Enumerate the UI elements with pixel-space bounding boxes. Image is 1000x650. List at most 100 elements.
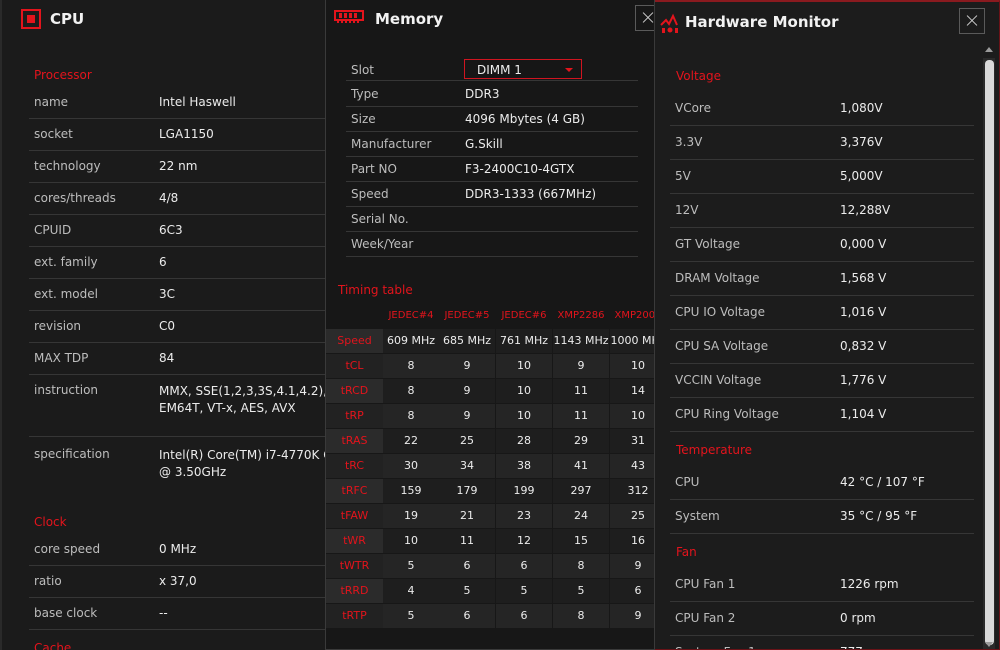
cache-section-label: Cache: [34, 641, 72, 650]
row-label: Manufacturer: [351, 137, 432, 151]
memory-close-button[interactable]: [635, 5, 654, 31]
timing-cell: 6: [496, 604, 552, 628]
row-label: CPU Ring Voltage: [675, 407, 779, 421]
timing-cell: 8: [383, 404, 439, 428]
cpu-titlebar[interactable]: CPU: [2, 0, 330, 40]
timing-cell: 609 MHz: [383, 329, 439, 353]
timing-cell: 34: [439, 454, 495, 478]
processor-row: name Intel Haswell: [29, 87, 330, 119]
processor-row: revision C0: [29, 311, 330, 343]
fan-row: CPU Fan 2 0 rpm: [670, 602, 974, 636]
row-value: 42 °C / 107 °F: [840, 475, 925, 489]
timing-cell: 12: [496, 529, 552, 553]
row-value: x 37,0: [159, 574, 197, 588]
temperature-row: CPU 42 °C / 107 °F: [670, 466, 974, 500]
row-label: MAX TDP: [34, 351, 89, 365]
timing-cell: 297: [553, 479, 609, 503]
row-value: 1,104 V: [840, 407, 887, 421]
cpu-chip-icon: [21, 9, 41, 29]
timing-cell: 8: [553, 554, 609, 578]
cpu-window-title: CPU: [50, 10, 85, 28]
hardware-monitor-window: Hardware Monitor Voltage VCore 1,080V 3.3V…: [651, 0, 1000, 650]
row-value: G.Skill: [465, 137, 503, 151]
timing-cell: 1000 MHz: [610, 329, 654, 353]
timing-cell: 5: [439, 579, 495, 603]
timing-row-label: tFAW: [326, 504, 383, 528]
row-label: GT Voltage: [675, 237, 741, 251]
timing-cell: 9: [439, 404, 495, 428]
row-value: 22 nm: [159, 159, 198, 173]
row-label: 5V: [675, 169, 691, 183]
timing-table: JEDEC#4 JEDEC#5 JEDEC#6 XMP2286 XMP2000 Speed…: [326, 304, 655, 649]
timing-row-label: tWR: [326, 529, 383, 553]
timing-column-header: XMP2286: [557, 310, 605, 321]
processor-section-label: Processor: [34, 68, 92, 82]
row-label: core speed: [34, 542, 101, 556]
row-value: F3-2400C10-4GTX: [465, 162, 575, 176]
timing-cell: 43: [610, 454, 654, 478]
row-value: DDR3-1333 (667MHz): [465, 187, 597, 201]
dropdown-arrow-icon: [565, 68, 573, 72]
memory-titlebar[interactable]: Memory: [326, 0, 654, 40]
row-value: C0: [159, 319, 176, 333]
row-label: 3.3V: [675, 135, 703, 149]
timing-cell: 23: [496, 504, 552, 528]
clock-row: ratio x 37,0: [29, 566, 330, 598]
timing-row-label: tWTR: [326, 554, 383, 578]
voltage-row: DRAM Voltage 1,568 V: [670, 262, 974, 296]
timing-column-header: XMP2000: [614, 310, 655, 321]
row-label: CPU SA Voltage: [675, 339, 769, 353]
timing-cell: 9: [439, 379, 495, 403]
timing-cell: 159: [383, 479, 439, 503]
timing-cell: 14: [610, 379, 654, 403]
memory-info-row: Speed DDR3-1333 (667MHz): [346, 182, 638, 207]
row-label: VCore: [675, 101, 711, 115]
memory-info-row: Serial No.: [346, 207, 638, 232]
fan-row: CPU Fan 1 1226 rpm: [670, 568, 974, 602]
hw-close-button[interactable]: [959, 8, 985, 34]
clock-row: base clock --: [29, 598, 330, 630]
voltage-section-label: Voltage: [676, 69, 722, 83]
timing-row-label: tRFC: [326, 479, 383, 503]
specification-value-line2: @ 3.50GHz: [159, 465, 227, 479]
scroll-up-arrow-icon[interactable]: [985, 47, 993, 52]
row-label: ext. model: [34, 287, 98, 301]
timing-cell: 312: [610, 479, 654, 503]
timing-cell: 21: [439, 504, 495, 528]
row-value: 3,376V: [840, 135, 883, 149]
row-value: 12,288V: [840, 203, 891, 217]
timing-cell: 6: [610, 579, 654, 603]
row-label: CPUID: [34, 223, 72, 237]
hw-scrollbar-thumb[interactable]: [985, 60, 994, 645]
processor-row: ext. family 6: [29, 247, 330, 279]
row-label: 12V: [675, 203, 699, 217]
timing-cell: 10: [383, 529, 439, 553]
voltage-row: VCCIN Voltage 1,776 V: [670, 364, 974, 398]
timing-row-label: Speed: [326, 329, 383, 353]
scroll-down-arrow-icon[interactable]: [985, 642, 993, 647]
row-label: CPU Fan 1: [675, 577, 736, 591]
timing-cell: 9: [553, 354, 609, 378]
slot-dropdown[interactable]: DIMM 1: [464, 59, 582, 79]
timing-cell: 199: [496, 479, 552, 503]
voltage-row: CPU SA Voltage 0,832 V: [670, 330, 974, 364]
timing-cell: 24: [553, 504, 609, 528]
memory-info-row: Manufacturer G.Skill: [346, 132, 638, 157]
timing-cell: 10: [496, 404, 552, 428]
row-value: --: [159, 606, 168, 620]
timing-row-label: tRAS: [326, 429, 383, 453]
timing-cell: 1143 MHz: [553, 329, 609, 353]
hw-titlebar[interactable]: Hardware Monitor: [652, 2, 999, 42]
row-value: 84: [159, 351, 175, 365]
timing-cell: 8: [383, 379, 439, 403]
row-label: System Fan 1: [675, 645, 756, 649]
timing-row-label: tRRD: [326, 579, 383, 603]
timing-cell: 10: [610, 404, 654, 428]
timing-table-label: Timing table: [338, 283, 413, 297]
memory-info-row: Part NO F3-2400C10-4GTX: [346, 157, 638, 182]
row-label: VCCIN Voltage: [675, 373, 762, 387]
memory-info-row: Week/Year: [346, 232, 638, 257]
timing-cell: 15: [553, 529, 609, 553]
instruction-label: instruction: [34, 383, 99, 397]
timing-cell: 11: [553, 404, 609, 428]
